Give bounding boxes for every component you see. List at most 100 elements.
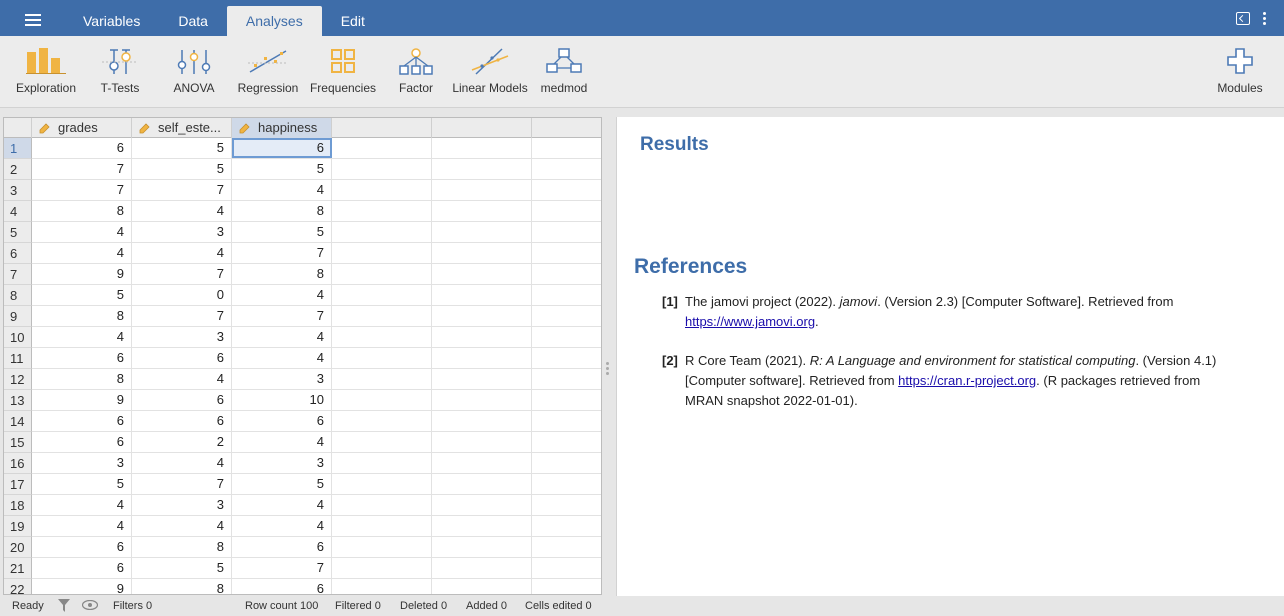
table-cell[interactable]: 9 — [32, 579, 132, 594]
table-cell[interactable]: 4 — [232, 348, 332, 368]
table-cell[interactable] — [532, 369, 601, 389]
table-cell[interactable] — [332, 579, 432, 594]
table-cell[interactable]: 4 — [132, 369, 232, 389]
table-cell[interactable] — [532, 159, 601, 179]
row-number[interactable]: 4 — [4, 201, 32, 222]
table-cell[interactable]: 7 — [132, 306, 232, 326]
table-cell[interactable]: 5 — [132, 138, 232, 158]
table-cell[interactable]: 4 — [32, 222, 132, 242]
row-number[interactable]: 7 — [4, 264, 32, 285]
table-cell[interactable]: 8 — [132, 537, 232, 557]
table-cell[interactable] — [532, 495, 601, 515]
table-cell[interactable] — [532, 516, 601, 536]
table-cell[interactable]: 4 — [232, 432, 332, 452]
exploration-button[interactable]: Exploration — [8, 36, 84, 108]
table-cell[interactable] — [532, 474, 601, 494]
column-header-empty[interactable] — [332, 118, 432, 138]
table-cell[interactable]: 6 — [32, 432, 132, 452]
table-cell[interactable] — [532, 579, 601, 594]
table-cell[interactable] — [332, 495, 432, 515]
table-cell[interactable] — [532, 432, 601, 452]
table-cell[interactable] — [332, 453, 432, 473]
table-cell[interactable] — [432, 264, 532, 284]
table-cell[interactable] — [532, 327, 601, 347]
table-cell[interactable] — [332, 327, 432, 347]
table-cell[interactable]: 5 — [132, 159, 232, 179]
table-cell[interactable] — [332, 306, 432, 326]
table-cell[interactable] — [432, 516, 532, 536]
table-cell[interactable]: 10 — [232, 390, 332, 410]
table-cell[interactable]: 6 — [32, 348, 132, 368]
table-cell[interactable] — [332, 369, 432, 389]
table-cell[interactable]: 8 — [32, 201, 132, 221]
table-cell[interactable] — [532, 180, 601, 200]
table-cell[interactable]: 7 — [232, 306, 332, 326]
table-cell[interactable]: 4 — [32, 495, 132, 515]
table-cell[interactable]: 7 — [232, 558, 332, 578]
panel-splitter-handle[interactable] — [606, 362, 610, 376]
table-cell[interactable]: 3 — [132, 222, 232, 242]
regression-button[interactable]: Regression — [234, 36, 302, 108]
table-cell[interactable]: 6 — [32, 558, 132, 578]
table-cell[interactable] — [532, 537, 601, 557]
table-cell[interactable]: 5 — [132, 558, 232, 578]
table-cell[interactable] — [532, 390, 601, 410]
table-cell[interactable] — [332, 201, 432, 221]
table-cell[interactable] — [532, 243, 601, 263]
row-number[interactable]: 16 — [4, 453, 32, 474]
table-cell[interactable] — [332, 432, 432, 452]
table-cell[interactable] — [432, 558, 532, 578]
table-cell[interactable]: 5 — [32, 285, 132, 305]
table-cell[interactable] — [432, 369, 532, 389]
table-cell[interactable] — [532, 558, 601, 578]
table-cell[interactable] — [432, 390, 532, 410]
table-cell[interactable] — [332, 390, 432, 410]
table-cell[interactable] — [432, 327, 532, 347]
table-cell[interactable] — [432, 432, 532, 452]
table-cell[interactable]: 9 — [32, 264, 132, 284]
tab-data[interactable]: Data — [159, 6, 227, 36]
table-cell[interactable] — [332, 516, 432, 536]
table-cell[interactable]: 3 — [132, 495, 232, 515]
row-number[interactable]: 14 — [4, 411, 32, 432]
table-cell[interactable] — [532, 138, 601, 158]
column-header-empty[interactable] — [532, 118, 601, 138]
table-cell[interactable] — [432, 138, 532, 158]
table-cell[interactable]: 4 — [232, 285, 332, 305]
table-cell[interactable]: 4 — [232, 180, 332, 200]
row-number[interactable]: 6 — [4, 243, 32, 264]
table-cell[interactable] — [332, 180, 432, 200]
table-cell[interactable] — [332, 474, 432, 494]
factor-button[interactable]: Factor — [392, 36, 440, 108]
table-cell[interactable] — [532, 285, 601, 305]
corner-cell[interactable] — [4, 118, 32, 138]
table-cell[interactable]: 4 — [232, 516, 332, 536]
table-cell[interactable] — [532, 348, 601, 368]
table-cell[interactable]: 4 — [32, 516, 132, 536]
table-cell[interactable]: 8 — [232, 264, 332, 284]
frequencies-button[interactable]: Frequencies — [306, 36, 380, 108]
row-number[interactable]: 13 — [4, 390, 32, 411]
table-cell[interactable] — [432, 453, 532, 473]
table-cell[interactable]: 7 — [32, 159, 132, 179]
table-cell[interactable] — [332, 558, 432, 578]
table-cell[interactable]: 7 — [132, 264, 232, 284]
row-number[interactable]: 3 — [4, 180, 32, 201]
tab-edit[interactable]: Edit — [322, 6, 384, 36]
table-cell[interactable]: 7 — [132, 474, 232, 494]
cran-link[interactable]: https://cran.r-project.org — [898, 373, 1036, 388]
row-number[interactable]: 18 — [4, 495, 32, 516]
table-cell[interactable]: 6 — [232, 537, 332, 557]
table-cell[interactable] — [332, 222, 432, 242]
table-cell[interactable] — [332, 285, 432, 305]
table-cell[interactable]: 8 — [32, 306, 132, 326]
table-cell[interactable] — [432, 411, 532, 431]
table-cell[interactable]: 7 — [32, 180, 132, 200]
table-cell[interactable] — [332, 138, 432, 158]
table-cell[interactable] — [432, 180, 532, 200]
modules-button[interactable]: Modules — [1212, 36, 1268, 108]
table-cell[interactable] — [532, 306, 601, 326]
table-cell[interactable] — [332, 264, 432, 284]
table-cell[interactable]: 4 — [132, 453, 232, 473]
table-cell[interactable] — [332, 537, 432, 557]
